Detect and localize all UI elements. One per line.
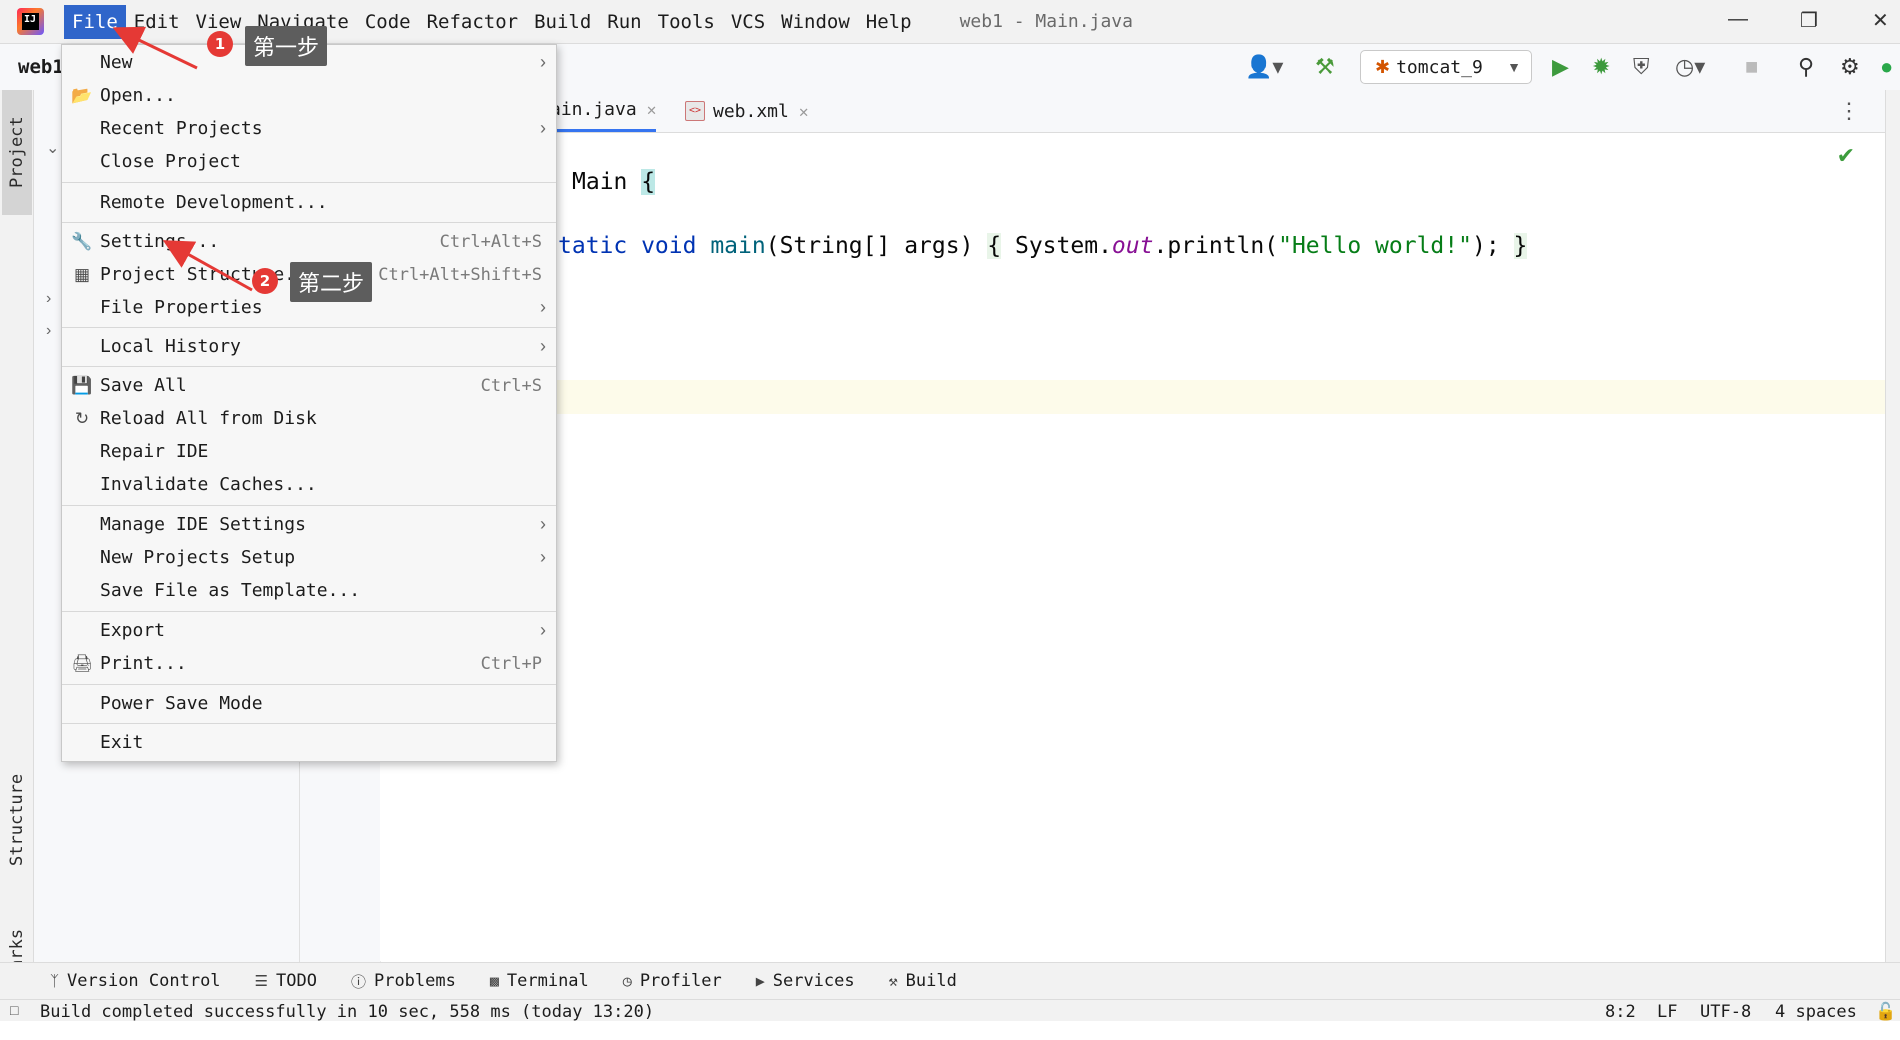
branch-icon: ᛉ xyxy=(50,972,60,990)
step2-callout: 第二步 xyxy=(290,262,373,302)
line-separator[interactable]: LF xyxy=(1657,1002,1677,1022)
caret-position[interactable]: 8:2 xyxy=(1605,1002,1636,1022)
lock-icon[interactable]: 🔓 xyxy=(1875,1002,1896,1022)
status-message[interactable]: Build completed successfully in 10 sec, … xyxy=(40,1002,654,1022)
tool-tab-todo[interactable]: ☰ TODO xyxy=(255,971,317,991)
panel-toggle-icon[interactable]: □ xyxy=(10,1002,18,1018)
services-icon: ▶ xyxy=(755,972,765,990)
tab-label: Version Control xyxy=(67,971,221,991)
terminal-icon: ▩ xyxy=(489,972,499,990)
tab-label: Build xyxy=(905,971,957,991)
tab-label: Problems xyxy=(373,971,456,991)
problems-icon: ⓘ xyxy=(350,972,366,991)
tool-tab-terminal[interactable]: ▩ Terminal xyxy=(490,971,589,991)
file-encoding[interactable]: UTF-8 xyxy=(1700,1002,1751,1022)
status-bar: □ Build completed successfully in 10 sec… xyxy=(0,999,1900,1022)
annotation-arrows xyxy=(112,26,253,292)
tool-tab-version-control[interactable]: ᛉ Version Control xyxy=(50,971,221,991)
list-icon: ☰ xyxy=(254,972,268,990)
tool-tab-problems[interactable]: ⓘ Problems xyxy=(351,971,456,992)
indent-setting[interactable]: 4 spaces xyxy=(1775,1002,1857,1022)
bottom-tool-bar: ᛉ Version Control ☰ TODO ⓘ Problems ▩ Termin… xyxy=(0,962,1900,999)
step2-badge: 2 xyxy=(252,268,278,294)
tab-label: Profiler xyxy=(639,971,722,991)
hammer-icon: ⚒ xyxy=(888,972,898,990)
tool-tab-services[interactable]: ▶ Services xyxy=(756,971,855,991)
step1-badge: 1 xyxy=(207,31,233,57)
step2-arrow xyxy=(162,240,253,292)
tab-label: Services xyxy=(772,971,855,991)
step1-callout: 第一步 xyxy=(245,26,328,66)
profiler-icon: ◷ xyxy=(622,972,632,990)
tool-tab-profiler[interactable]: ◷ Profiler xyxy=(623,971,722,991)
tool-tab-build[interactable]: ⚒ Build xyxy=(889,971,957,991)
tab-label: Terminal xyxy=(506,971,589,991)
step1-arrow xyxy=(112,26,198,70)
tab-label: TODO xyxy=(276,971,317,991)
